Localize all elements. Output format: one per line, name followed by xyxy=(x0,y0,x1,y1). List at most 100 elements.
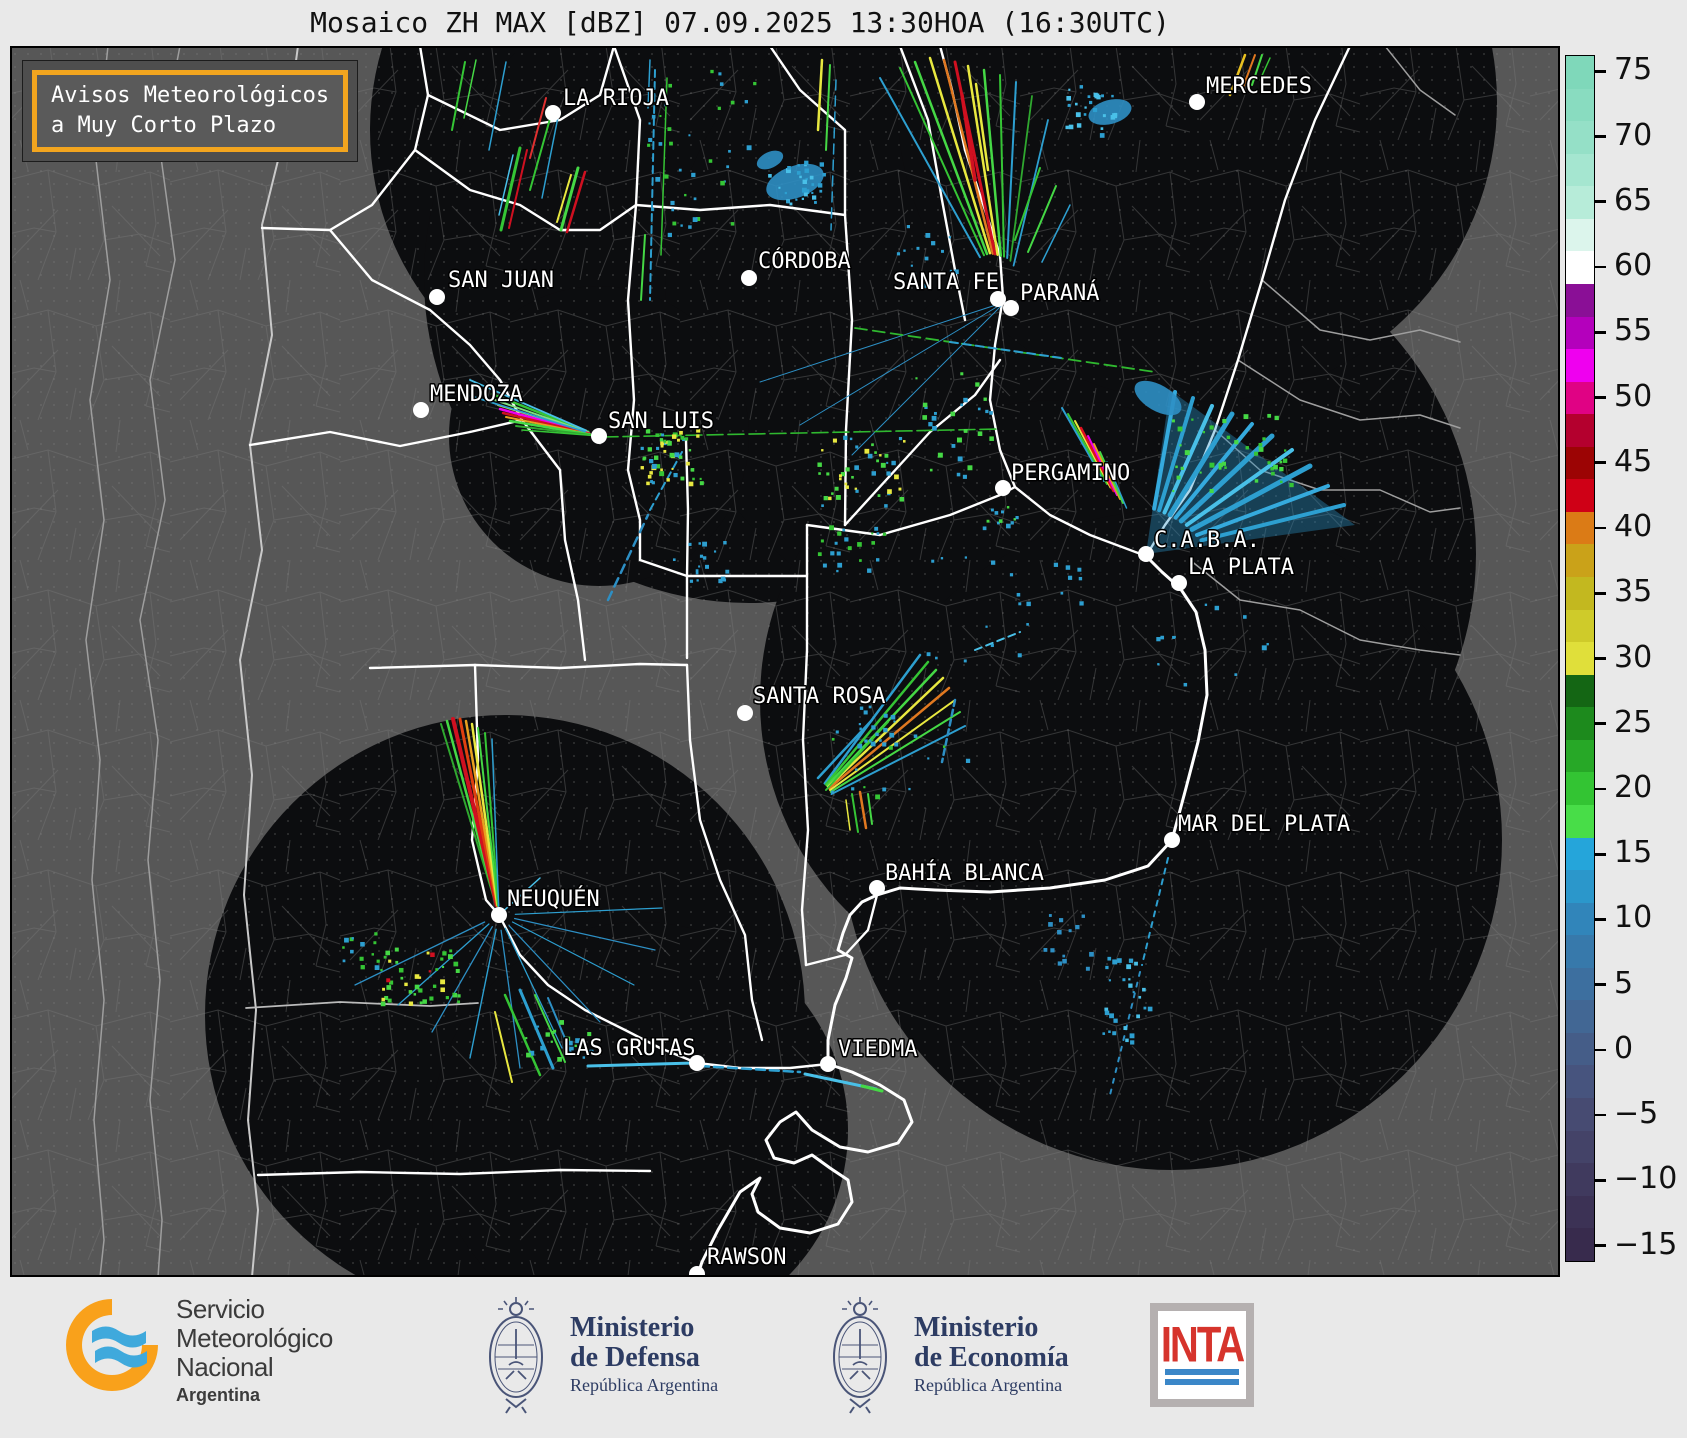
colorbar-tick-label: 0 xyxy=(1614,1030,1634,1066)
colorbar-tick-mark xyxy=(1595,657,1606,660)
colorbar-tick-label: −10 xyxy=(1614,1161,1678,1197)
colorbar-bar xyxy=(1565,55,1595,1262)
city-label: SANTA ROSA xyxy=(753,684,885,709)
colorbar-segment xyxy=(1566,381,1594,415)
colorbar-segment xyxy=(1566,1228,1594,1261)
colorbar-tick-label: 75 xyxy=(1614,52,1653,88)
inta-bar xyxy=(1165,1379,1239,1385)
colorbar-segment xyxy=(1566,870,1594,903)
smn-logo-block: Servicio Meteorológico Nacional Argentin… xyxy=(62,1295,333,1406)
colorbar-segment xyxy=(1566,967,1594,1001)
city-dot xyxy=(491,907,507,923)
city-label: NEUQUÉN xyxy=(507,886,600,912)
city-label: MAR DEL PLATA xyxy=(1178,812,1350,837)
inta-logo-block: INTA xyxy=(1150,1303,1254,1407)
colorbar-segment xyxy=(1566,1032,1594,1066)
colorbar-tick-mark xyxy=(1595,1179,1606,1182)
colorbar-tick-mark xyxy=(1595,461,1606,465)
colorbar-segment xyxy=(1566,1098,1594,1131)
colorbar-tick-mark xyxy=(1595,918,1606,921)
economia-logo-block: Ministerio de Economía República Argenti… xyxy=(820,1295,1069,1415)
colorbar-segment xyxy=(1566,88,1594,122)
colorbar-segment xyxy=(1566,153,1594,187)
colorbar-segment xyxy=(1566,218,1594,252)
city-dot xyxy=(591,428,607,444)
colorbar-tick-mark xyxy=(1595,200,1606,204)
city-dot xyxy=(995,480,1011,496)
colorbar-segment xyxy=(1566,349,1594,382)
colorbar-tick-mark xyxy=(1595,396,1606,399)
radar-mosaic-page: Mosaico ZH MAX [dBZ] 07.09.2025 13:30HOA… xyxy=(0,0,1687,1438)
colorbar-segment xyxy=(1566,56,1594,89)
colorbar-segment xyxy=(1566,707,1594,740)
page-title: Mosaico ZH MAX [dBZ] 07.09.2025 13:30HOA… xyxy=(310,6,1170,39)
colorbar-segment xyxy=(1566,739,1594,773)
colorbar-segment xyxy=(1566,902,1594,936)
colorbar-segment xyxy=(1566,642,1594,675)
defensa-text: Ministerio de Defensa República Argentin… xyxy=(570,1313,718,1396)
city-label: VIEDMA xyxy=(838,1037,917,1062)
colorbar-segment xyxy=(1566,804,1594,838)
colorbar-segment xyxy=(1566,577,1594,610)
city-label: BAHÍA BLANCA xyxy=(885,860,1044,886)
colorbar-tick-mark xyxy=(1595,1113,1606,1117)
city-label: PERGAMINO xyxy=(1011,461,1130,486)
colorbar-tick-label: −15 xyxy=(1614,1226,1678,1262)
colorbar-segment xyxy=(1566,479,1594,512)
colorbar-segment xyxy=(1566,1163,1594,1196)
colorbar-tick-label: 15 xyxy=(1614,835,1653,871)
colorbar-segment xyxy=(1566,446,1594,480)
colorbar-segment xyxy=(1566,837,1594,871)
colorbar-tick-label: 35 xyxy=(1614,574,1653,610)
reflectivity-colorbar: 75 70 65 60 55 50 45 40 35 30 25 20 15 10 5 0 −5 −10 −15 xyxy=(1565,52,1685,1262)
city-label: LAS GRUTAS xyxy=(563,1036,695,1061)
smn-line-4: Argentina xyxy=(176,1385,261,1405)
colorbar-tick-label: −5 xyxy=(1614,1096,1659,1132)
defensa-line-2: de Defensa xyxy=(570,1342,700,1373)
colorbar-segment xyxy=(1566,414,1594,447)
colorbar-tick-mark xyxy=(1595,1048,1606,1052)
city-label: MERCEDES xyxy=(1206,74,1312,99)
colorbar-tick-label: 30 xyxy=(1614,639,1653,675)
defensa-line-1: Ministerio xyxy=(570,1312,695,1343)
radar-map: LA RIOJA MERCEDES SAN JUAN CÓRDOBA MENDOZA SA… xyxy=(10,46,1560,1277)
city-dot xyxy=(1171,575,1187,591)
colorbar-tick-label: 60 xyxy=(1614,248,1653,284)
city-label: SANTA FE xyxy=(893,270,999,295)
city-dot xyxy=(737,705,753,721)
inta-wordmark: INTA xyxy=(1160,1317,1245,1373)
inta-logo-icon: INTA xyxy=(1150,1303,1254,1407)
coat-of-arms-icon xyxy=(489,1297,543,1414)
colorbar-segment xyxy=(1566,186,1594,219)
city-label: SAN LUIS xyxy=(608,409,714,434)
colorbar-segment xyxy=(1566,121,1594,154)
city-label: RAWSON xyxy=(707,1245,786,1270)
city-label: LA RIOJA xyxy=(563,86,669,111)
economia-line-1: Ministerio xyxy=(914,1312,1039,1343)
warning-box: Avisos Meteorológicos a Muy Corto Plazo xyxy=(22,60,359,162)
warning-line-1: Avisos Meteorológicos xyxy=(51,83,330,108)
colorbar-tick-label: 40 xyxy=(1614,509,1653,544)
city-dot xyxy=(741,270,757,286)
coat-of-arms-icon xyxy=(833,1297,887,1414)
city-dot xyxy=(429,289,445,305)
colorbar-segment xyxy=(1566,1065,1594,1098)
city-dot xyxy=(820,1056,836,1072)
colorbar-tick-label: 55 xyxy=(1614,313,1653,349)
city-label: CÓRDOBA xyxy=(758,248,851,274)
economia-line-2: de Economía xyxy=(914,1342,1069,1373)
colorbar-segment xyxy=(1566,935,1594,968)
colorbar-tick-label: 10 xyxy=(1614,900,1653,936)
smn-logo-icon xyxy=(66,1299,158,1391)
economia-text: Ministerio de Economía República Argenti… xyxy=(914,1313,1069,1396)
city-label: MENDOZA xyxy=(430,382,523,407)
colorbar-tick-mark xyxy=(1595,330,1606,334)
smn-line-1: Servicio xyxy=(176,1294,265,1324)
colorbar-tick-mark xyxy=(1595,70,1606,73)
colorbar-segment xyxy=(1566,609,1594,643)
warning-line-2: a Muy Corto Plazo xyxy=(51,113,277,138)
smn-line-2: Meteorológico xyxy=(176,1323,333,1353)
defensa-line-3: República Argentina xyxy=(570,1375,719,1395)
colorbar-tick-label: 25 xyxy=(1614,704,1653,740)
city-dot xyxy=(869,880,885,896)
